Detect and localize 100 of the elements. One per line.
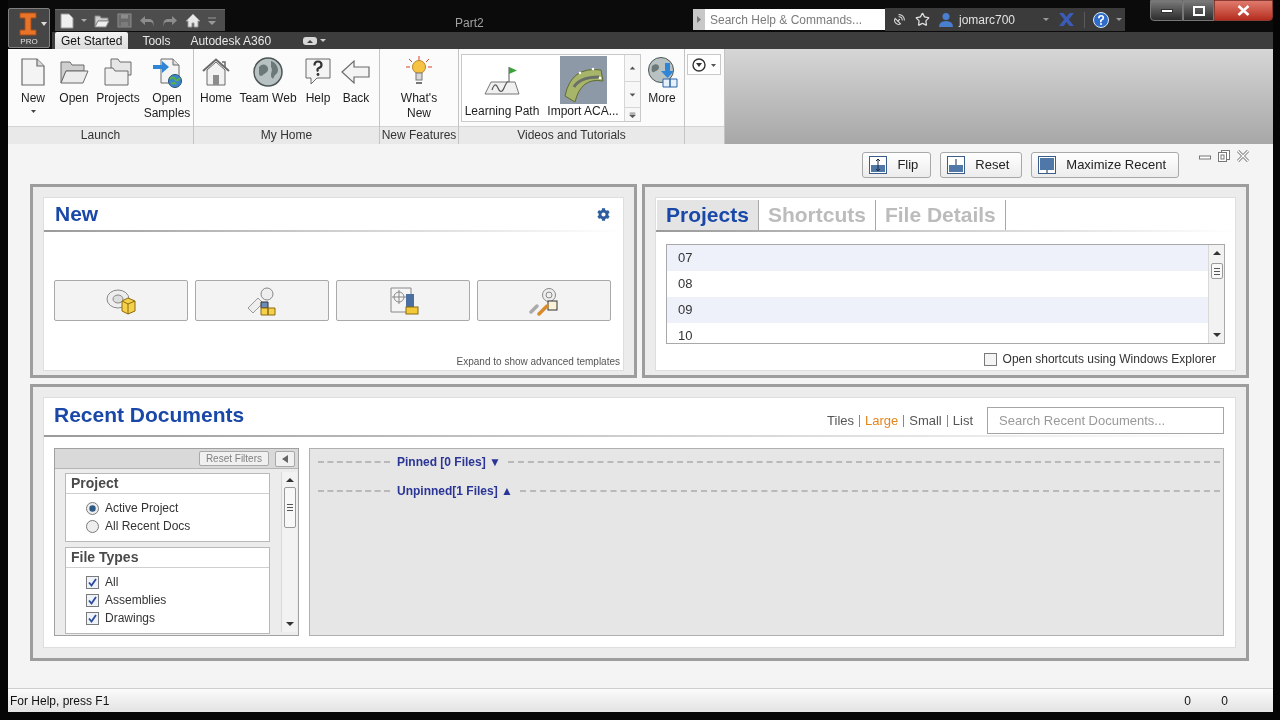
radio-button[interactable] [86,501,99,515]
reset-layout-icon [947,156,966,174]
ribbon-button[interactable]: Projects [95,49,141,126]
ribbon-button[interactable]: Team Web [237,49,299,126]
redo-icon[interactable] [162,13,178,28]
save-icon [117,13,132,28]
caret-icon[interactable] [320,39,327,42]
ribbon-tab[interactable]: Get Started [55,32,129,49]
ribbon-button[interactable]: Back [337,49,375,126]
panel-title: My Home [194,126,379,144]
section-toggle[interactable]: Pinned [0 Files] ▼ [390,452,508,471]
radio-label: All Recent Docs [105,519,191,533]
flag-icon [484,64,520,95]
ribbon-button[interactable]: Home [196,49,236,126]
checkbox-label: Open shortcuts using Windows Explorer [1002,351,1216,368]
user-icon[interactable] [939,12,953,27]
close-button[interactable] [1214,0,1273,21]
undo-icon[interactable] [139,13,155,28]
caret-icon[interactable] [81,19,87,22]
scrollbar-thumb[interactable] [283,487,296,528]
status-counter: 0 [1183,692,1192,710]
folders-icon [102,56,134,88]
ribbon-button[interactable]: Open [54,49,94,126]
user-name[interactable]: jomarc700 [959,10,1016,29]
panel-heading: New [55,201,100,228]
ribbon-button[interactable]: More [643,49,681,126]
split-button[interactable]: New [13,49,53,126]
panel-tab[interactable]: Projects [657,200,759,230]
checkbox-label: Drawings [105,611,155,625]
maximize-button[interactable] [1183,0,1214,21]
reset-button[interactable]: Reset [940,152,1023,178]
open-folder-icon[interactable] [94,13,110,28]
document-icon[interactable] [60,12,74,29]
gallery-expand-icon[interactable] [624,108,640,121]
view-option[interactable]: List [952,410,973,431]
maximize-icon [1192,5,1205,16]
settings-icon[interactable] [597,207,610,221]
exploded-parts-icon [527,285,561,316]
radio-label: Active Project [105,501,179,515]
caret-icon[interactable] [1043,18,1050,21]
house-icon [200,56,232,88]
search-field[interactable]: Search Recent Documents... [987,407,1224,434]
maximize-icon [1038,156,1057,174]
checkbox[interactable] [86,593,99,607]
expand-templates-link[interactable]: Expand to show advanced templates [456,354,620,369]
ribbon-tab[interactable]: Tools [136,32,177,49]
scrollbar[interactable] [281,472,297,632]
panel-heading: Recent Documents [54,401,246,428]
view-option[interactable]: Small [909,410,942,431]
checkbox[interactable] [983,352,997,366]
caret-icon [30,110,36,113]
view-option[interactable]: Tiles [827,410,854,431]
checkbox[interactable] [86,575,99,589]
house-icon[interactable] [185,13,201,28]
filter-group-title: Project [66,474,269,494]
status-counter: 0 [1220,692,1229,710]
scroll-up-icon[interactable] [285,478,294,482]
satellite-dish-icon[interactable] [893,13,906,26]
gallery-item[interactable]: Import ACA... [542,55,624,121]
caret-icon [40,22,47,26]
minimize-icon [1160,8,1173,13]
minimize-ribbon-icon[interactable] [303,36,318,45]
ribbon-button[interactable]: What's New [391,49,447,126]
scrollbar[interactable] [1208,245,1224,343]
window-title: Part2 [455,16,484,30]
section-toggle[interactable]: Unpinned[1 Files] ▲ [390,481,520,500]
filter-group-title: File Types [66,548,269,568]
maximize-recent-button[interactable]: Maximize Recent [1031,152,1179,178]
panel-title: New Features [380,126,458,144]
project-list-item[interactable]: 07 [667,245,1208,271]
scroll-up-icon[interactable] [1212,251,1221,255]
ribbon-tab[interactable]: Autodesk A360 [184,32,278,49]
flip-button[interactable]: Flip [862,152,932,178]
gallery-item[interactable]: Learning Path [462,55,542,121]
ribbon-button[interactable]: Open Samples [142,49,192,126]
search-field[interactable]: Search Help & Commands... [705,9,885,30]
checkbox-label: All [105,575,119,589]
status-text: For Help, press F1 [10,692,111,710]
scroll-down-icon[interactable] [1212,333,1221,337]
customize-menu-icon[interactable] [208,16,216,25]
dropdown-button[interactable] [687,54,721,75]
scroll-down-icon[interactable] [285,622,294,626]
project-list-item[interactable]: 09 [667,297,1208,323]
checkbox[interactable] [86,611,99,625]
star-icon[interactable] [915,12,930,27]
radio-button[interactable] [86,519,99,533]
close-icon [1237,5,1250,16]
application-menu-button[interactable]: PRO [8,8,50,48]
caret-icon[interactable] [1116,18,1123,21]
cube-assembly-icon [245,285,279,316]
restore-icon[interactable] [1218,150,1230,162]
flip-icon [869,156,888,174]
ribbon-button[interactable]: Help [300,49,336,126]
document-globe-icon [151,56,183,88]
help-icon[interactable] [1093,11,1110,28]
collapse-button[interactable] [275,450,295,467]
globe-download-icon [646,56,678,88]
scrollbar-thumb[interactable] [1210,263,1223,279]
panel-title: Launch [8,126,193,144]
minimize-button[interactable] [1150,0,1183,21]
